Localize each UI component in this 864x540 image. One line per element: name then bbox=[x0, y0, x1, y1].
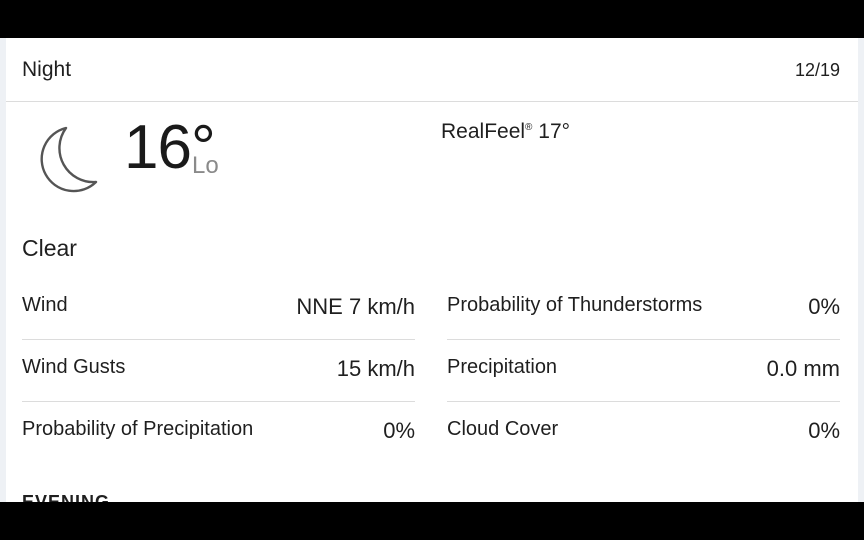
detail-label: Wind Gusts bbox=[22, 356, 126, 378]
card-header: Night 12/19 bbox=[6, 38, 858, 102]
bottom-letterbox-bar bbox=[0, 502, 864, 540]
detail-value: 15 km/h bbox=[336, 356, 415, 381]
detail-row-probability-of-thunderstorms: Probability of Thunderstorms 0% bbox=[447, 278, 840, 340]
temperature-type-label: Lo bbox=[192, 152, 219, 179]
realfeel-registered-mark: ® bbox=[525, 122, 533, 133]
detail-row-wind: Wind NNE 7 km/h bbox=[22, 278, 415, 340]
next-section-title: EVENING bbox=[22, 492, 111, 502]
realfeel-value: 17° bbox=[538, 120, 571, 143]
detail-row-probability-of-precipitation: Probability of Precipitation 0% bbox=[22, 402, 415, 464]
detail-label: Probability of Precipitation bbox=[22, 418, 254, 440]
detail-value: 0% bbox=[808, 294, 840, 319]
details-left-column: Wind NNE 7 km/h Wind Gusts 15 km/h Proba… bbox=[22, 278, 415, 464]
detail-label: Cloud Cover bbox=[447, 418, 559, 440]
realfeel: RealFeel® 17° bbox=[441, 120, 570, 144]
detail-value: 0% bbox=[383, 418, 415, 443]
detail-row-wind-gusts: Wind Gusts 15 km/h bbox=[22, 340, 415, 402]
detail-label: Probability of Thunderstorms bbox=[447, 294, 703, 316]
page-background: Night 12/19 16° Lo RealFeel® 17° Clear W… bbox=[0, 38, 864, 502]
moon-icon bbox=[40, 126, 98, 193]
top-letterbox-bar bbox=[0, 0, 864, 38]
detail-row-cloud-cover: Cloud Cover 0% bbox=[447, 402, 840, 464]
detail-value: NNE 7 km/h bbox=[296, 294, 415, 319]
detail-value: 0.0 mm bbox=[766, 356, 840, 381]
period-title: Night bbox=[22, 58, 72, 81]
forecast-date: 12/19 bbox=[794, 60, 840, 80]
detail-label: Precipitation bbox=[447, 356, 558, 378]
realfeel-label: RealFeel bbox=[441, 120, 526, 143]
condition-phrase: Clear bbox=[22, 235, 77, 261]
detail-value: 0% bbox=[808, 418, 840, 443]
detail-row-precipitation: Precipitation 0.0 mm bbox=[447, 340, 840, 402]
detail-label: Wind bbox=[22, 294, 68, 316]
forecast-card: Night 12/19 16° Lo RealFeel® 17° Clear W… bbox=[6, 38, 858, 502]
details-right-column: Probability of Thunderstorms 0% Precipit… bbox=[447, 278, 840, 464]
